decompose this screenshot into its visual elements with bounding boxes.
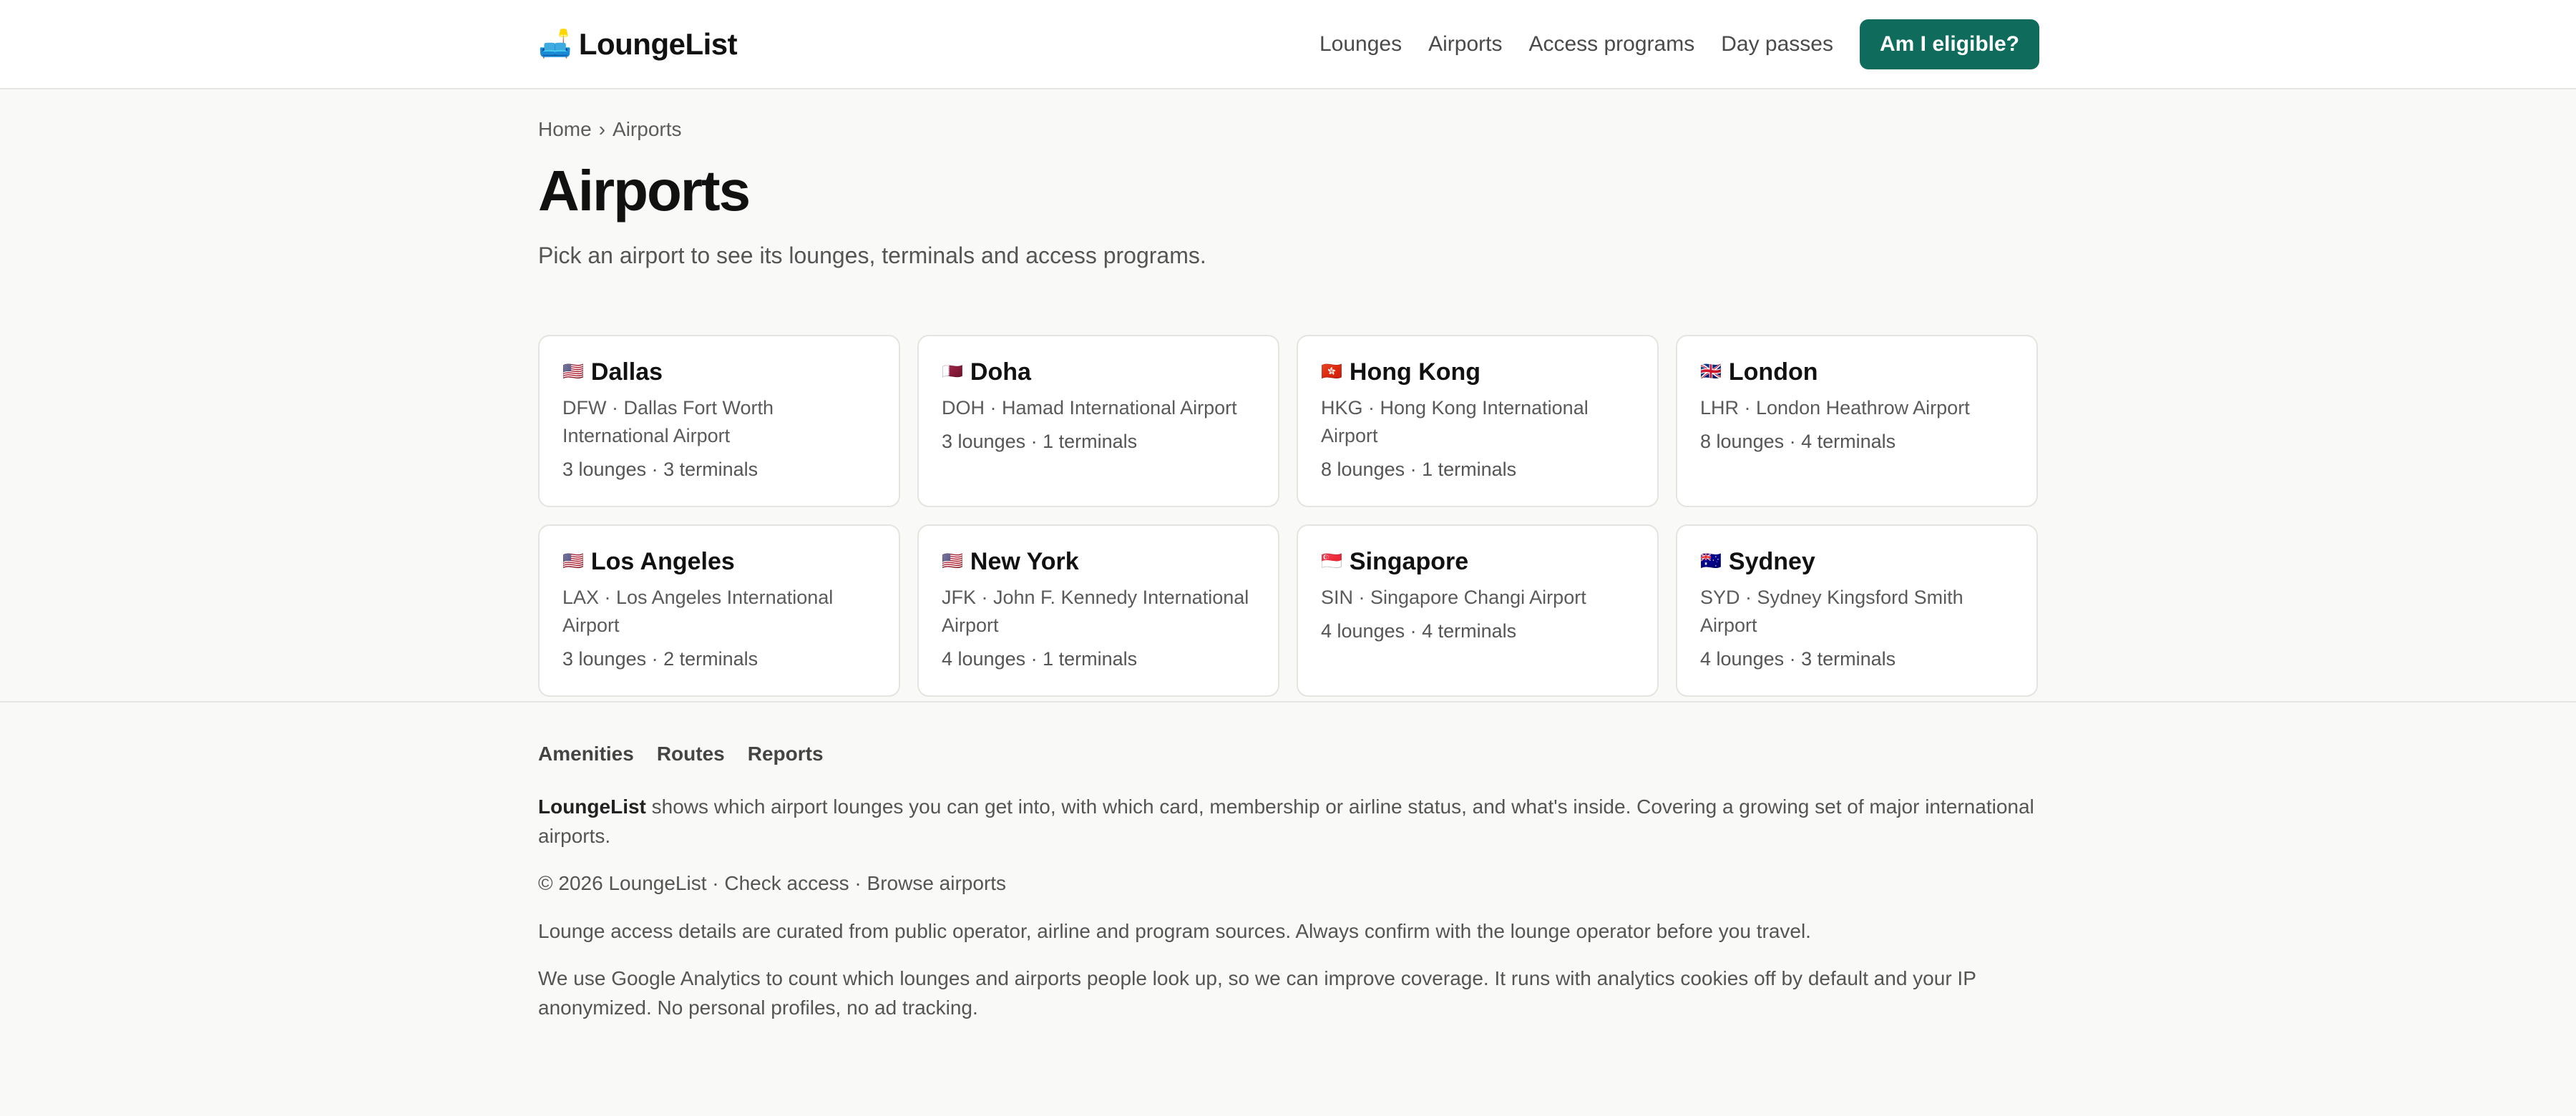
footer-disclaimer: Lounge access details are curated from p…	[538, 919, 1811, 942]
breadcrumb-separator: ›	[598, 118, 606, 140]
nav-link-lounges[interactable]: Lounges	[1319, 32, 1402, 57]
footer-links: Amenities Routes Reports	[538, 743, 2039, 765]
airport-card[interactable]: 🇬🇧 London LHR · London Heathrow Airport …	[1676, 335, 2038, 507]
brand-logo-link[interactable]: 🛋️ LoungeList	[538, 26, 738, 62]
airport-city: Hong Kong	[1349, 358, 1481, 386]
airport-name: DOH · Hamad International Airport	[942, 396, 1237, 418]
airport-card[interactable]: 🇸🇬 Singapore SIN · Singapore Changi Airp…	[1297, 524, 1659, 697]
airport-stats: 8 lounges · 4 terminals	[1700, 430, 1896, 452]
airport-city: Los Angeles	[590, 548, 735, 575]
footer-brand: LoungeList	[538, 796, 646, 818]
airport-city: Sydney	[1728, 548, 1815, 575]
brand-name: LoungeList	[578, 26, 738, 61]
airport-stats: 4 lounges · 3 terminals	[1700, 648, 1896, 670]
airport-name: SYD · Sydney Kingsford Smith Airport	[1700, 586, 1963, 636]
us-flag-icon: 🇺🇸	[942, 552, 963, 572]
nav-link-airports[interactable]: Airports	[1428, 32, 1502, 57]
airport-card[interactable]: 🇺🇸 Los Angeles LAX · Los Angeles Interna…	[538, 524, 900, 697]
footer-copyright: © 2026 LoungeList · Check access · Brows…	[538, 872, 1007, 895]
sofa-icon: 🛋️	[538, 29, 572, 59]
top-navbar: 🛋️ LoungeList Lounges Airports Access pr…	[0, 0, 2576, 89]
airport-card-title: 🇺🇸 Dallas	[562, 358, 876, 387]
airport-card-title: 🇺🇸 Los Angeles	[562, 547, 876, 577]
airport-card[interactable]: 🇺🇸 Dallas DFW · Dallas Fort Worth Intern…	[538, 335, 900, 507]
australia-flag-icon: 🇦🇺	[1700, 552, 1722, 572]
site-footer: Amenities Routes Reports LoungeList show…	[0, 701, 2576, 1116]
footer-about: LoungeList shows which airport lounges y…	[538, 793, 2039, 851]
airport-name: HKG · Hong Kong International Airport	[1321, 396, 1589, 446]
uk-flag-icon: 🇬🇧	[1700, 362, 1722, 382]
airport-card-title: 🇦🇺 Sydney	[1700, 547, 2014, 577]
airport-card[interactable]: 🇭🇰 Hong Kong HKG · Hong Kong Internation…	[1297, 335, 1659, 507]
page-lead: Pick an airport to see its lounges, term…	[538, 243, 1206, 268]
footer-analytics-note: We use Google Analytics to count which l…	[538, 967, 1976, 1019]
us-flag-icon: 🇺🇸	[562, 552, 584, 572]
footer-link-reports[interactable]: Reports	[748, 743, 824, 765]
airport-stats: 3 lounges · 3 terminals	[562, 459, 758, 481]
footer-about-text: shows which airport lounges you can get …	[538, 796, 2034, 847]
hong-kong-flag-icon: 🇭🇰	[1321, 362, 1342, 382]
breadcrumb: Home › Airports	[538, 118, 2039, 141]
eligibility-button[interactable]: Am I eligible?	[1859, 19, 2039, 69]
airport-card[interactable]: 🇺🇸 New York JFK · John F. Kennedy Intern…	[917, 524, 1279, 697]
nav-link-day-passes[interactable]: Day passes	[1721, 32, 1833, 57]
airport-city: Singapore	[1349, 548, 1469, 575]
airport-name: LAX · Los Angeles International Airport	[562, 586, 834, 636]
airport-name: JFK · John F. Kennedy International Airp…	[942, 586, 1249, 636]
airport-card-title: 🇶🇦 Doha	[942, 358, 1255, 387]
airport-card[interactable]: 🇶🇦 Doha DOH · Hamad International Airpor…	[917, 335, 1279, 507]
airport-city: Doha	[970, 358, 1031, 386]
singapore-flag-icon: 🇸🇬	[1321, 552, 1342, 572]
footer-link-amenities[interactable]: Amenities	[538, 743, 634, 765]
qatar-flag-icon: 🇶🇦	[942, 362, 963, 382]
breadcrumb-current: Airports	[613, 118, 682, 140]
airport-name: SIN · Singapore Changi Airport	[1321, 586, 1586, 608]
airport-city: New York	[970, 548, 1079, 575]
main-content: Home › Airports Airports Pick an airport t…	[538, 118, 2039, 697]
breadcrumb-home-link[interactable]: Home	[538, 118, 592, 140]
us-flag-icon: 🇺🇸	[562, 362, 584, 382]
page-title: Airports	[538, 159, 751, 222]
airport-stats: 4 lounges · 4 terminals	[1321, 620, 1517, 642]
main-nav: Lounges Airports Access programs Day pas…	[1319, 19, 2039, 69]
airport-name: DFW · Dallas Fort Worth International Ai…	[562, 396, 774, 446]
airport-grid: 🇺🇸 Dallas DFW · Dallas Fort Worth Intern…	[538, 335, 2039, 697]
airport-city: Dallas	[590, 358, 663, 386]
airport-card-title: 🇬🇧 London	[1700, 358, 2014, 387]
airport-stats: 3 lounges · 1 terminals	[942, 430, 1138, 452]
airport-card-title: 🇸🇬 Singapore	[1321, 547, 1634, 577]
airport-name: LHR · London Heathrow Airport	[1700, 396, 1970, 418]
footer-link-routes[interactable]: Routes	[657, 743, 725, 765]
airport-card[interactable]: 🇦🇺 Sydney SYD · Sydney Kingsford Smith A…	[1676, 524, 2038, 697]
airport-stats: 8 lounges · 1 terminals	[1321, 459, 1517, 481]
airport-card-title: 🇺🇸 New York	[942, 547, 1255, 577]
airport-stats: 3 lounges · 2 terminals	[562, 648, 758, 670]
nav-link-access-programs[interactable]: Access programs	[1528, 32, 1694, 57]
airport-card-title: 🇭🇰 Hong Kong	[1321, 358, 1634, 387]
airport-city: London	[1728, 358, 1818, 386]
airport-stats: 4 lounges · 1 terminals	[942, 648, 1138, 670]
